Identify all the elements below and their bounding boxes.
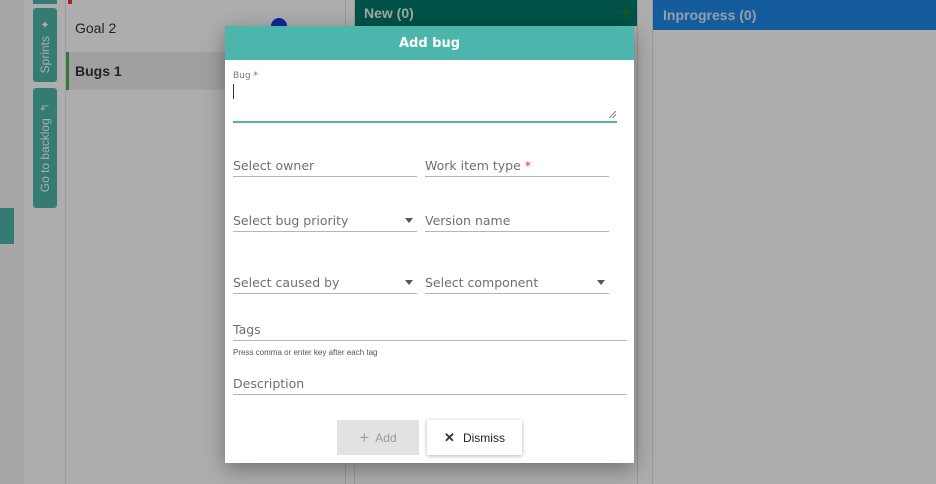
work-item-type-placeholder: Work item type * xyxy=(425,158,531,173)
add-button-label: Add xyxy=(375,430,397,445)
required-mark: * xyxy=(253,71,258,81)
description-input[interactable]: Description xyxy=(233,372,627,395)
owner-placeholder: Select owner xyxy=(233,158,315,173)
component-placeholder: Select component xyxy=(425,275,539,290)
plus-icon: + xyxy=(359,428,370,447)
caused-by-select[interactable]: Select caused by xyxy=(233,271,417,294)
resize-handle-icon[interactable] xyxy=(609,111,616,118)
component-select[interactable]: Select component xyxy=(425,271,609,294)
tags-input[interactable]: Tags xyxy=(233,314,627,341)
caused-by-placeholder: Select caused by xyxy=(233,275,340,290)
version-name-field[interactable]: Version name xyxy=(425,209,609,232)
dialog-title: Add bug xyxy=(225,26,634,60)
dismiss-button-label: Dismiss xyxy=(462,430,505,445)
version-name-placeholder: Version name xyxy=(425,213,511,228)
chevron-down-icon xyxy=(597,280,605,285)
required-mark: * xyxy=(524,158,531,173)
bug-field-label: Bug * xyxy=(233,71,258,81)
bug-priority-placeholder: Select bug priority xyxy=(233,213,349,228)
chevron-down-icon xyxy=(405,218,413,223)
bug-textarea[interactable]: Bug * xyxy=(233,66,617,123)
work-item-type-text: Work item type xyxy=(425,158,521,173)
work-item-type-field[interactable]: Work item type * xyxy=(425,154,609,177)
add-bug-dialog: Add bug Bug * Select owner Work item typ… xyxy=(225,26,634,463)
tags-helper-text: Press comma or enter key after each tag xyxy=(233,348,378,357)
tags-placeholder: Tags xyxy=(233,322,261,337)
close-icon: ✕ xyxy=(444,429,455,445)
description-placeholder: Description xyxy=(233,376,305,391)
dismiss-button[interactable]: ✕ Dismiss xyxy=(427,420,522,455)
add-button[interactable]: + Add xyxy=(337,420,419,455)
text-cursor xyxy=(233,84,234,99)
bug-label-text: Bug xyxy=(233,71,251,81)
owner-select[interactable]: Select owner xyxy=(233,154,417,177)
chevron-down-icon xyxy=(405,280,413,285)
bug-priority-select[interactable]: Select bug priority xyxy=(233,209,417,232)
